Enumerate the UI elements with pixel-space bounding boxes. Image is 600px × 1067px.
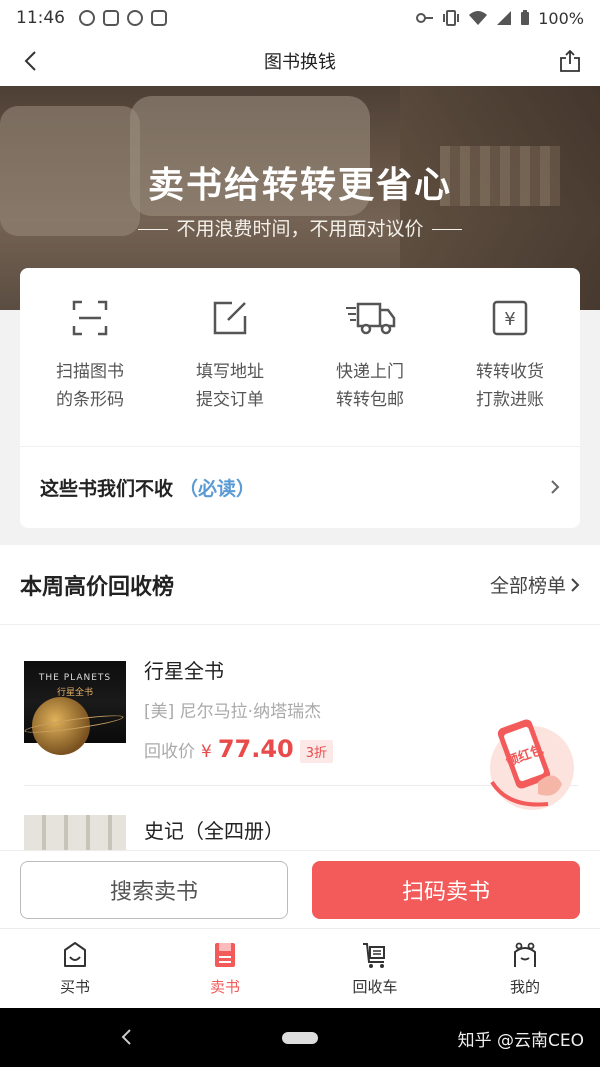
tab-sell[interactable]: 卖书 [150, 929, 300, 1008]
steps-card: 扫描图书 的条形码 填写地址 提交订单 快递上门 转转包邮 ¥ 转转收货 打款进… [20, 268, 580, 528]
book-author: [美] 尼尔马拉·纳塔瑞杰 [144, 702, 322, 722]
scan-sell-button[interactable]: 扫码卖书 [312, 860, 580, 919]
tab-bar: 买书 卖书 回收车 我的 [0, 928, 600, 1008]
edit-icon [213, 301, 247, 335]
step-delivery: 快递上门 转转包邮 [300, 268, 440, 446]
share-icon [560, 50, 580, 72]
cart-icon [363, 943, 385, 968]
book-cover: THE PLANETS 行星全书 [23, 661, 126, 755]
status-bar: 11:46 100% [0, 0, 600, 36]
price-label: 回收价 [144, 742, 195, 762]
system-nav-bar: 知乎 @云南CEO [0, 1008, 600, 1067]
back-button[interactable] [16, 47, 44, 75]
tab-buy[interactable]: 买书 [0, 929, 150, 1008]
share-button[interactable] [556, 47, 584, 75]
tab-profile[interactable]: 我的 [450, 929, 600, 1008]
home-pill[interactable] [282, 1032, 318, 1044]
scan-icon [72, 300, 108, 336]
rank-header: 本周高价回收榜 全部榜单 [0, 545, 600, 625]
chevron-right-icon [571, 577, 580, 592]
p-app-icon [127, 10, 143, 26]
steps-row: 扫描图书 的条形码 填写地址 提交订单 快递上门 转转包邮 ¥ 转转收货 打款进… [20, 268, 580, 446]
step-payment: ¥ 转转收货 打款进账 [440, 268, 580, 446]
status-time: 11:46 [16, 8, 65, 28]
hero-headline: 卖书给转转更省心 [147, 165, 452, 206]
buy-icon [64, 942, 86, 967]
chevron-left-icon [24, 51, 36, 71]
all-rankings-link[interactable]: 全部榜单 [490, 571, 580, 598]
notification-icons [79, 10, 167, 26]
notice-text: 这些书我们不收 [40, 477, 174, 500]
red-packet-badge[interactable]: 领红包 [478, 712, 582, 812]
step-address: 填写地址 提交订单 [160, 268, 300, 446]
book-title: 史记（全四册） [144, 819, 284, 843]
battery-level: 100% [538, 8, 584, 28]
sell-icon [215, 943, 235, 967]
wifi-icon [469, 11, 488, 25]
page-title: 图书换钱 [264, 52, 336, 73]
step-scan: 扫描图书 的条形码 [20, 268, 160, 446]
chevron-right-icon [551, 480, 560, 494]
recycle-price: 77.40 [217, 735, 294, 763]
system-back-icon[interactable] [116, 1026, 138, 1048]
tab-recycle-cart[interactable]: 回收车 [300, 929, 450, 1008]
vibrate-icon [443, 10, 460, 26]
hero-subtitle: 不用浪费时间，不用面对议价 [0, 214, 600, 241]
nav-bar: 图书换钱 [0, 36, 600, 86]
book-app-icon [151, 10, 167, 26]
must-read-label: （必读） [179, 477, 256, 500]
price-row: 回收价 ¥ 77.40 3折 [144, 735, 334, 763]
search-sell-button[interactable]: 搜索卖书 [20, 860, 288, 919]
instagram-icon [103, 10, 119, 26]
yen-icon: ¥ [492, 300, 528, 336]
watermark: 知乎 @云南CEO [457, 1031, 584, 1051]
rank-title: 本周高价回收榜 [20, 574, 175, 600]
key-icon [416, 13, 434, 23]
currency-symbol: ¥ [201, 742, 212, 762]
discount-badge: 3折 [299, 740, 334, 763]
action-bar: 搜索卖书 扫码卖书 [0, 850, 600, 928]
svg-text:¥: ¥ [504, 309, 515, 330]
signal-icon [497, 11, 512, 25]
telegram-icon [79, 10, 95, 26]
battery-icon [521, 10, 530, 25]
excluded-books-notice[interactable]: 这些书我们不收 （必读） [20, 447, 580, 527]
profile-icon [514, 942, 536, 967]
book-title: 行星全书 [144, 659, 224, 683]
truck-icon [346, 302, 396, 335]
